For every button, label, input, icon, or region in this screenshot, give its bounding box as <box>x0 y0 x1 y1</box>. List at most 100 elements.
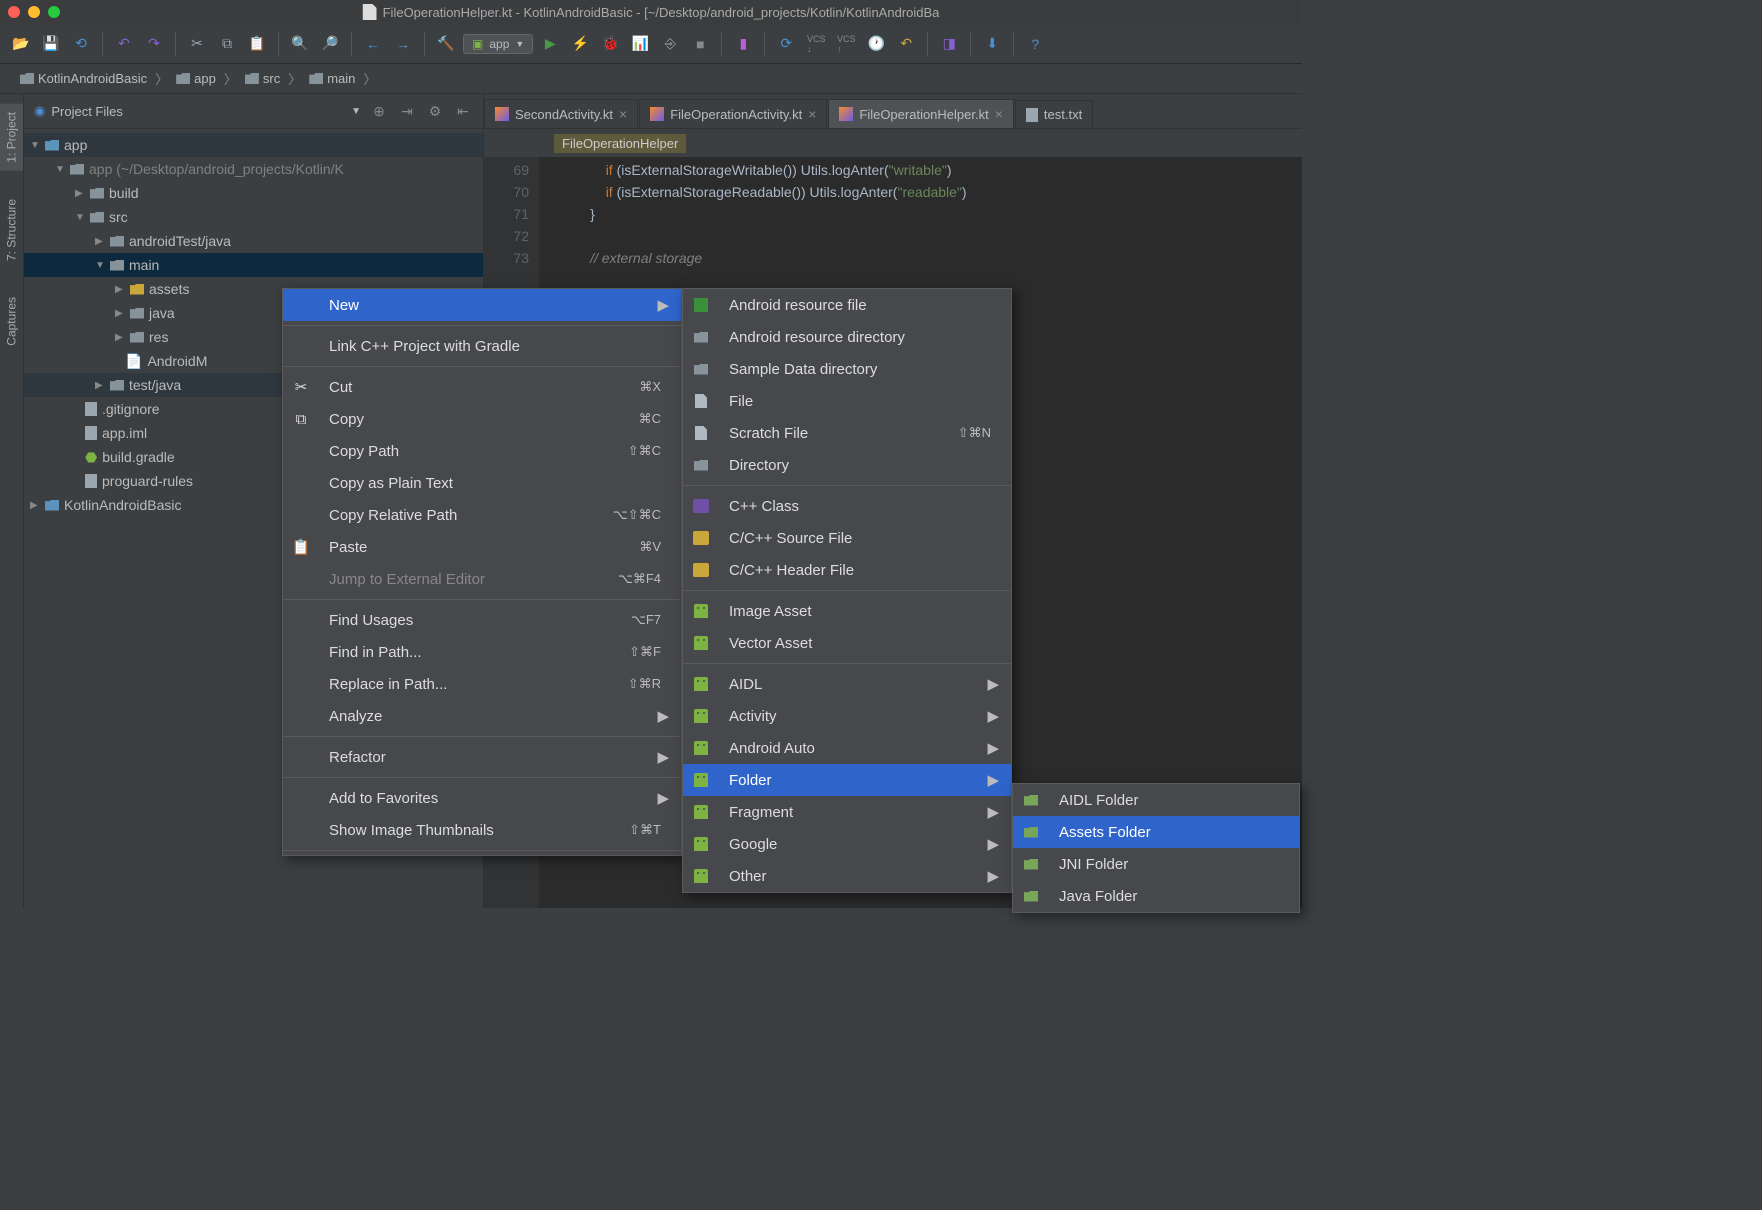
menu-image-asset[interactable]: Image Asset <box>683 595 1011 627</box>
sync-gradle-icon[interactable]: ⟳ <box>773 31 799 57</box>
vcs-revert-icon[interactable]: ↶ <box>893 31 919 57</box>
close-icon[interactable]: × <box>619 106 627 122</box>
menu-aidl-folder[interactable]: AIDL Folder <box>1013 784 1299 816</box>
menu-add-favorites[interactable]: Add to Favorites▶ <box>283 782 681 814</box>
open-icon[interactable]: 📂 <box>8 31 34 57</box>
menu-copy[interactable]: ⧉Copy⌘C <box>283 403 681 435</box>
tree-row[interactable]: ▶androidTest/java <box>24 229 483 253</box>
menu-android-auto[interactable]: Android Auto▶ <box>683 732 1011 764</box>
menu-scratch-file[interactable]: Scratch File⇧⌘N <box>683 417 1011 449</box>
menu-show-thumbs[interactable]: Show Image Thumbnails⇧⌘T <box>283 814 681 846</box>
menu-new[interactable]: New▶ <box>283 289 681 321</box>
folder-icon <box>176 73 190 84</box>
structure-tool-tab[interactable]: 7: Structure <box>0 191 23 269</box>
menu-new-directory[interactable]: Directory <box>683 449 1011 481</box>
breadcrumb[interactable]: main <box>309 71 355 86</box>
tree-row[interactable]: ▼src <box>24 205 483 229</box>
editor-tab[interactable]: FileOperationActivity.kt× <box>639 99 827 128</box>
avd-icon[interactable]: ▮ <box>730 31 756 57</box>
tree-row[interactable]: ▼app <box>24 133 483 157</box>
close-window-button[interactable] <box>8 6 20 18</box>
vcs-update-icon[interactable]: VCS↓ <box>803 31 829 57</box>
menu-java-folder[interactable]: Java Folder <box>1013 880 1299 912</box>
editor-tab-active[interactable]: FileOperationHelper.kt× <box>828 99 1014 128</box>
replace-icon[interactable]: 🔎 <box>317 31 343 57</box>
menu-other[interactable]: Other▶ <box>683 860 1011 892</box>
vcs-commit-icon[interactable]: VCS↑ <box>833 31 859 57</box>
menu-analyze[interactable]: Analyze▶ <box>283 700 681 732</box>
apply-changes-icon[interactable]: ⚡ <box>567 31 593 57</box>
folder-icon <box>694 460 708 471</box>
scroll-to-source-icon[interactable]: ⊕ <box>369 103 389 120</box>
project-view-selector[interactable]: ◉ Project Files ▼ <box>34 103 361 119</box>
paste-icon[interactable]: 📋 <box>244 31 270 57</box>
attach-icon[interactable]: ⎆ <box>657 31 683 57</box>
tree-row[interactable]: ▶build <box>24 181 483 205</box>
menu-android-resource-file[interactable]: Android resource file <box>683 289 1011 321</box>
run-config-selector[interactable]: ▣ app ▼ <box>463 34 533 54</box>
help-icon[interactable]: ? <box>1022 31 1048 57</box>
stop-icon[interactable]: ■ <box>687 31 713 57</box>
copy-icon[interactable]: ⧉ <box>214 31 240 57</box>
menu-cpp-source[interactable]: C/C++ Source File <box>683 522 1011 554</box>
menu-cpp-header[interactable]: C/C++ Header File <box>683 554 1011 586</box>
menu-new-file[interactable]: File <box>683 385 1011 417</box>
menu-paste[interactable]: 📋Paste⌘V <box>283 531 681 563</box>
close-icon[interactable]: × <box>808 106 816 122</box>
breadcrumb[interactable]: app <box>176 71 216 86</box>
sync-icon[interactable]: ⟲ <box>68 31 94 57</box>
minimize-window-button[interactable] <box>28 6 40 18</box>
maximize-window-button[interactable] <box>48 6 60 18</box>
menu-copy-rel[interactable]: Copy Relative Path⌥⇧⌘C <box>283 499 681 531</box>
android-icon <box>694 636 708 650</box>
menu-vector-asset[interactable]: Vector Asset <box>683 627 1011 659</box>
run-icon[interactable]: ▶ <box>537 31 563 57</box>
editor-breadcrumb[interactable]: FileOperationHelper <box>554 134 686 153</box>
menu-sample-data-dir[interactable]: Sample Data directory <box>683 353 1011 385</box>
menu-jump-external[interactable]: Jump to External Editor⌥⌘F4 <box>283 563 681 595</box>
android-icon <box>694 677 708 691</box>
menu-link-cpp[interactable]: Link C++ Project with Gradle <box>283 330 681 362</box>
menu-fragment[interactable]: Fragment▶ <box>683 796 1011 828</box>
menu-cut[interactable]: ✂Cut⌘X <box>283 371 681 403</box>
menu-replace-in-path[interactable]: Replace in Path...⇧⌘R <box>283 668 681 700</box>
gear-icon[interactable]: ⚙ <box>425 103 445 120</box>
editor-tab[interactable]: test.txt <box>1015 100 1093 128</box>
menu-folder[interactable]: Folder▶ <box>683 764 1011 796</box>
save-icon[interactable]: 💾 <box>38 31 64 57</box>
find-icon[interactable]: 🔍 <box>287 31 313 57</box>
back-icon[interactable]: ← <box>360 31 386 57</box>
menu-cpp-class[interactable]: C++ Class <box>683 490 1011 522</box>
menu-activity[interactable]: Activity▶ <box>683 700 1011 732</box>
menu-assets-folder[interactable]: Assets Folder <box>1013 816 1299 848</box>
undo-icon[interactable]: ↶ <box>111 31 137 57</box>
breadcrumb[interactable]: src <box>245 71 280 86</box>
hide-icon[interactable]: ⇤ <box>453 103 473 120</box>
captures-tool-tab[interactable]: Captures <box>0 289 23 354</box>
collapse-icon[interactable]: ⇥ <box>397 103 417 120</box>
build-icon[interactable]: 🔨 <box>433 31 459 57</box>
sdk-icon[interactable]: ⬇ <box>979 31 1005 57</box>
vcs-history-icon[interactable]: 🕐 <box>863 31 889 57</box>
menu-aidl[interactable]: AIDL▶ <box>683 668 1011 700</box>
tree-row[interactable]: ▼app (~/Desktop/android_projects/Kotlin/… <box>24 157 483 181</box>
menu-android-resource-dir[interactable]: Android resource directory <box>683 321 1011 353</box>
profile-icon[interactable]: 📊 <box>627 31 653 57</box>
structure-icon[interactable]: ◨ <box>936 31 962 57</box>
menu-find-usages[interactable]: Find Usages⌥F7 <box>283 604 681 636</box>
menu-find-in-path[interactable]: Find in Path...⇧⌘F <box>283 636 681 668</box>
breadcrumb[interactable]: KotlinAndroidBasic <box>20 71 147 86</box>
project-tool-tab[interactable]: 1: Project <box>0 104 23 171</box>
tree-row-selected[interactable]: ▼main <box>24 253 483 277</box>
cut-icon[interactable]: ✂ <box>184 31 210 57</box>
debug-icon[interactable]: 🐞 <box>597 31 623 57</box>
menu-google[interactable]: Google▶ <box>683 828 1011 860</box>
menu-copy-plain[interactable]: Copy as Plain Text <box>283 467 681 499</box>
menu-copy-path[interactable]: Copy Path⇧⌘C <box>283 435 681 467</box>
redo-icon[interactable]: ↷ <box>141 31 167 57</box>
menu-jni-folder[interactable]: JNI Folder <box>1013 848 1299 880</box>
editor-tab[interactable]: SecondActivity.kt× <box>484 99 638 128</box>
menu-refactor[interactable]: Refactor▶ <box>283 741 681 773</box>
close-icon[interactable]: × <box>995 106 1003 122</box>
forward-icon[interactable]: → <box>390 31 416 57</box>
